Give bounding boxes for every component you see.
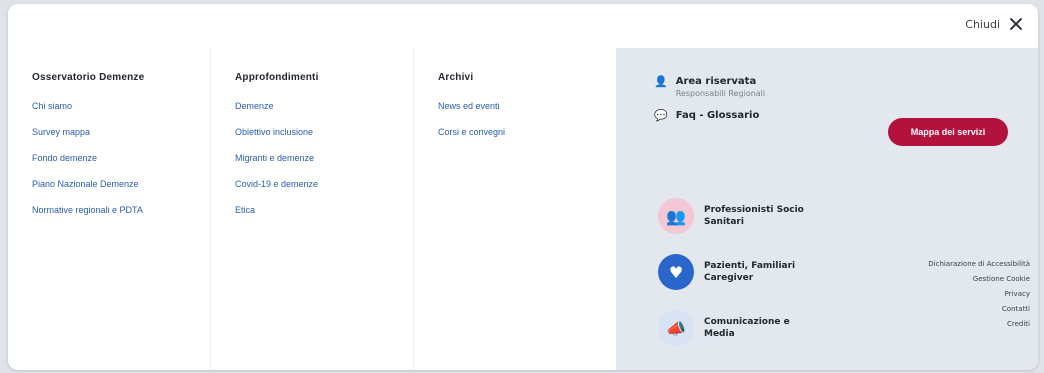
audience-label-line1: Comunicazione e [704, 317, 790, 327]
audience-label-line2: Sanitari [704, 217, 744, 227]
audience-label-line1: Professionisti Socio [704, 205, 804, 215]
audience-pazienti[interactable]: ♥ Pazienti, Familiari Caregiver [658, 250, 804, 294]
footer-link-crediti[interactable]: Crediti [928, 317, 1030, 332]
footer-link-contatti[interactable]: Contatti [928, 302, 1030, 317]
menu-columns: Osservatorio Demenze Chi siamo Survey ma… [8, 48, 618, 370]
menu-link-migranti[interactable]: Migranti e demenze [235, 153, 413, 163]
menu-panel: Chiudi Osservatorio Demenze Chi siamo Su… [8, 4, 1038, 370]
reserved-area-title: Area riservata [675, 76, 757, 87]
footer-links: Dichiarazione di Accessibilità Gestione … [928, 257, 1030, 332]
menu-link-demenze[interactable]: Demenze [235, 101, 413, 111]
audience-label-line2: Media [704, 329, 735, 339]
menu-link-corsi[interactable]: Corsi e convegni [438, 127, 617, 137]
menu-link-piano-nazionale[interactable]: Piano Nazionale Demenze [32, 179, 210, 189]
audience-links: 👥 Professionisti Socio Sanitari ♥ Pazien… [658, 194, 804, 362]
professionals-icon: 👥 [658, 198, 694, 234]
menu-link-normative-regionali[interactable]: Normative regionali e PDTA [32, 205, 210, 215]
menu-link-fondo-demenze[interactable]: Fondo demenze [32, 153, 210, 163]
services-map-button[interactable]: Mappa dei servizi [888, 118, 1008, 146]
audience-professionisti[interactable]: 👥 Professionisti Socio Sanitari [658, 194, 804, 238]
audience-label-line2: Caregiver [704, 273, 754, 283]
close-label: Chiudi [965, 17, 1000, 31]
side-links: 👤 Area riservata Responsabili Regionali … [654, 76, 765, 134]
menu-link-etica[interactable]: Etica [235, 205, 413, 215]
faq-title: Faq - Glossario [675, 110, 760, 121]
footer-link-privacy[interactable]: Privacy [928, 287, 1030, 302]
menu-link-chi-siamo[interactable]: Chi siamo [32, 101, 210, 111]
menu-link-survey-mappa[interactable]: Survey mappa [32, 127, 210, 137]
footer-link-cookie[interactable]: Gestione Cookie [928, 272, 1030, 287]
menu-link-news[interactable]: News ed eventi [438, 101, 617, 111]
audience-label-line1: Pazienti, Familiari [704, 261, 796, 271]
footer-link-accessibilita[interactable]: Dichiarazione di Accessibilità [928, 257, 1030, 272]
close-icon [1008, 16, 1024, 32]
menu-topbar: Chiudi [8, 4, 1038, 48]
side-panel: 👤 Area riservata Responsabili Regionali … [616, 48, 1038, 370]
column-approfondimenti: Approfondimenti Demenze Obiettivo inclus… [211, 48, 414, 370]
audience-comunicazione[interactable]: 📣 Comunicazione e Media [658, 306, 804, 350]
column-title: Approfondimenti [235, 72, 319, 83]
reserved-area-subtitle: Responsabili Regionali [675, 89, 766, 98]
patients-icon: ♥ [658, 254, 694, 290]
column-title: Osservatorio Demenze [32, 72, 145, 83]
menu-link-obiettivo-inclusione[interactable]: Obiettivo inclusione [235, 127, 413, 137]
column-title: Archivi [438, 72, 474, 83]
menu-link-covid[interactable]: Covid-19 e demenze [235, 179, 413, 189]
user-icon: 👤 [654, 75, 668, 88]
faq-link[interactable]: 💬 Faq - Glossario [654, 110, 765, 122]
column-osservatorio: Osservatorio Demenze Chi siamo Survey ma… [8, 48, 211, 370]
close-button[interactable]: Chiudi [965, 16, 1024, 32]
chat-icon: 💬 [654, 109, 668, 122]
megaphone-icon: 📣 [658, 310, 694, 346]
reserved-area-link[interactable]: 👤 Area riservata Responsabili Regionali [654, 75, 766, 99]
column-archivi: Archivi News ed eventi Corsi e convegni [414, 48, 617, 370]
